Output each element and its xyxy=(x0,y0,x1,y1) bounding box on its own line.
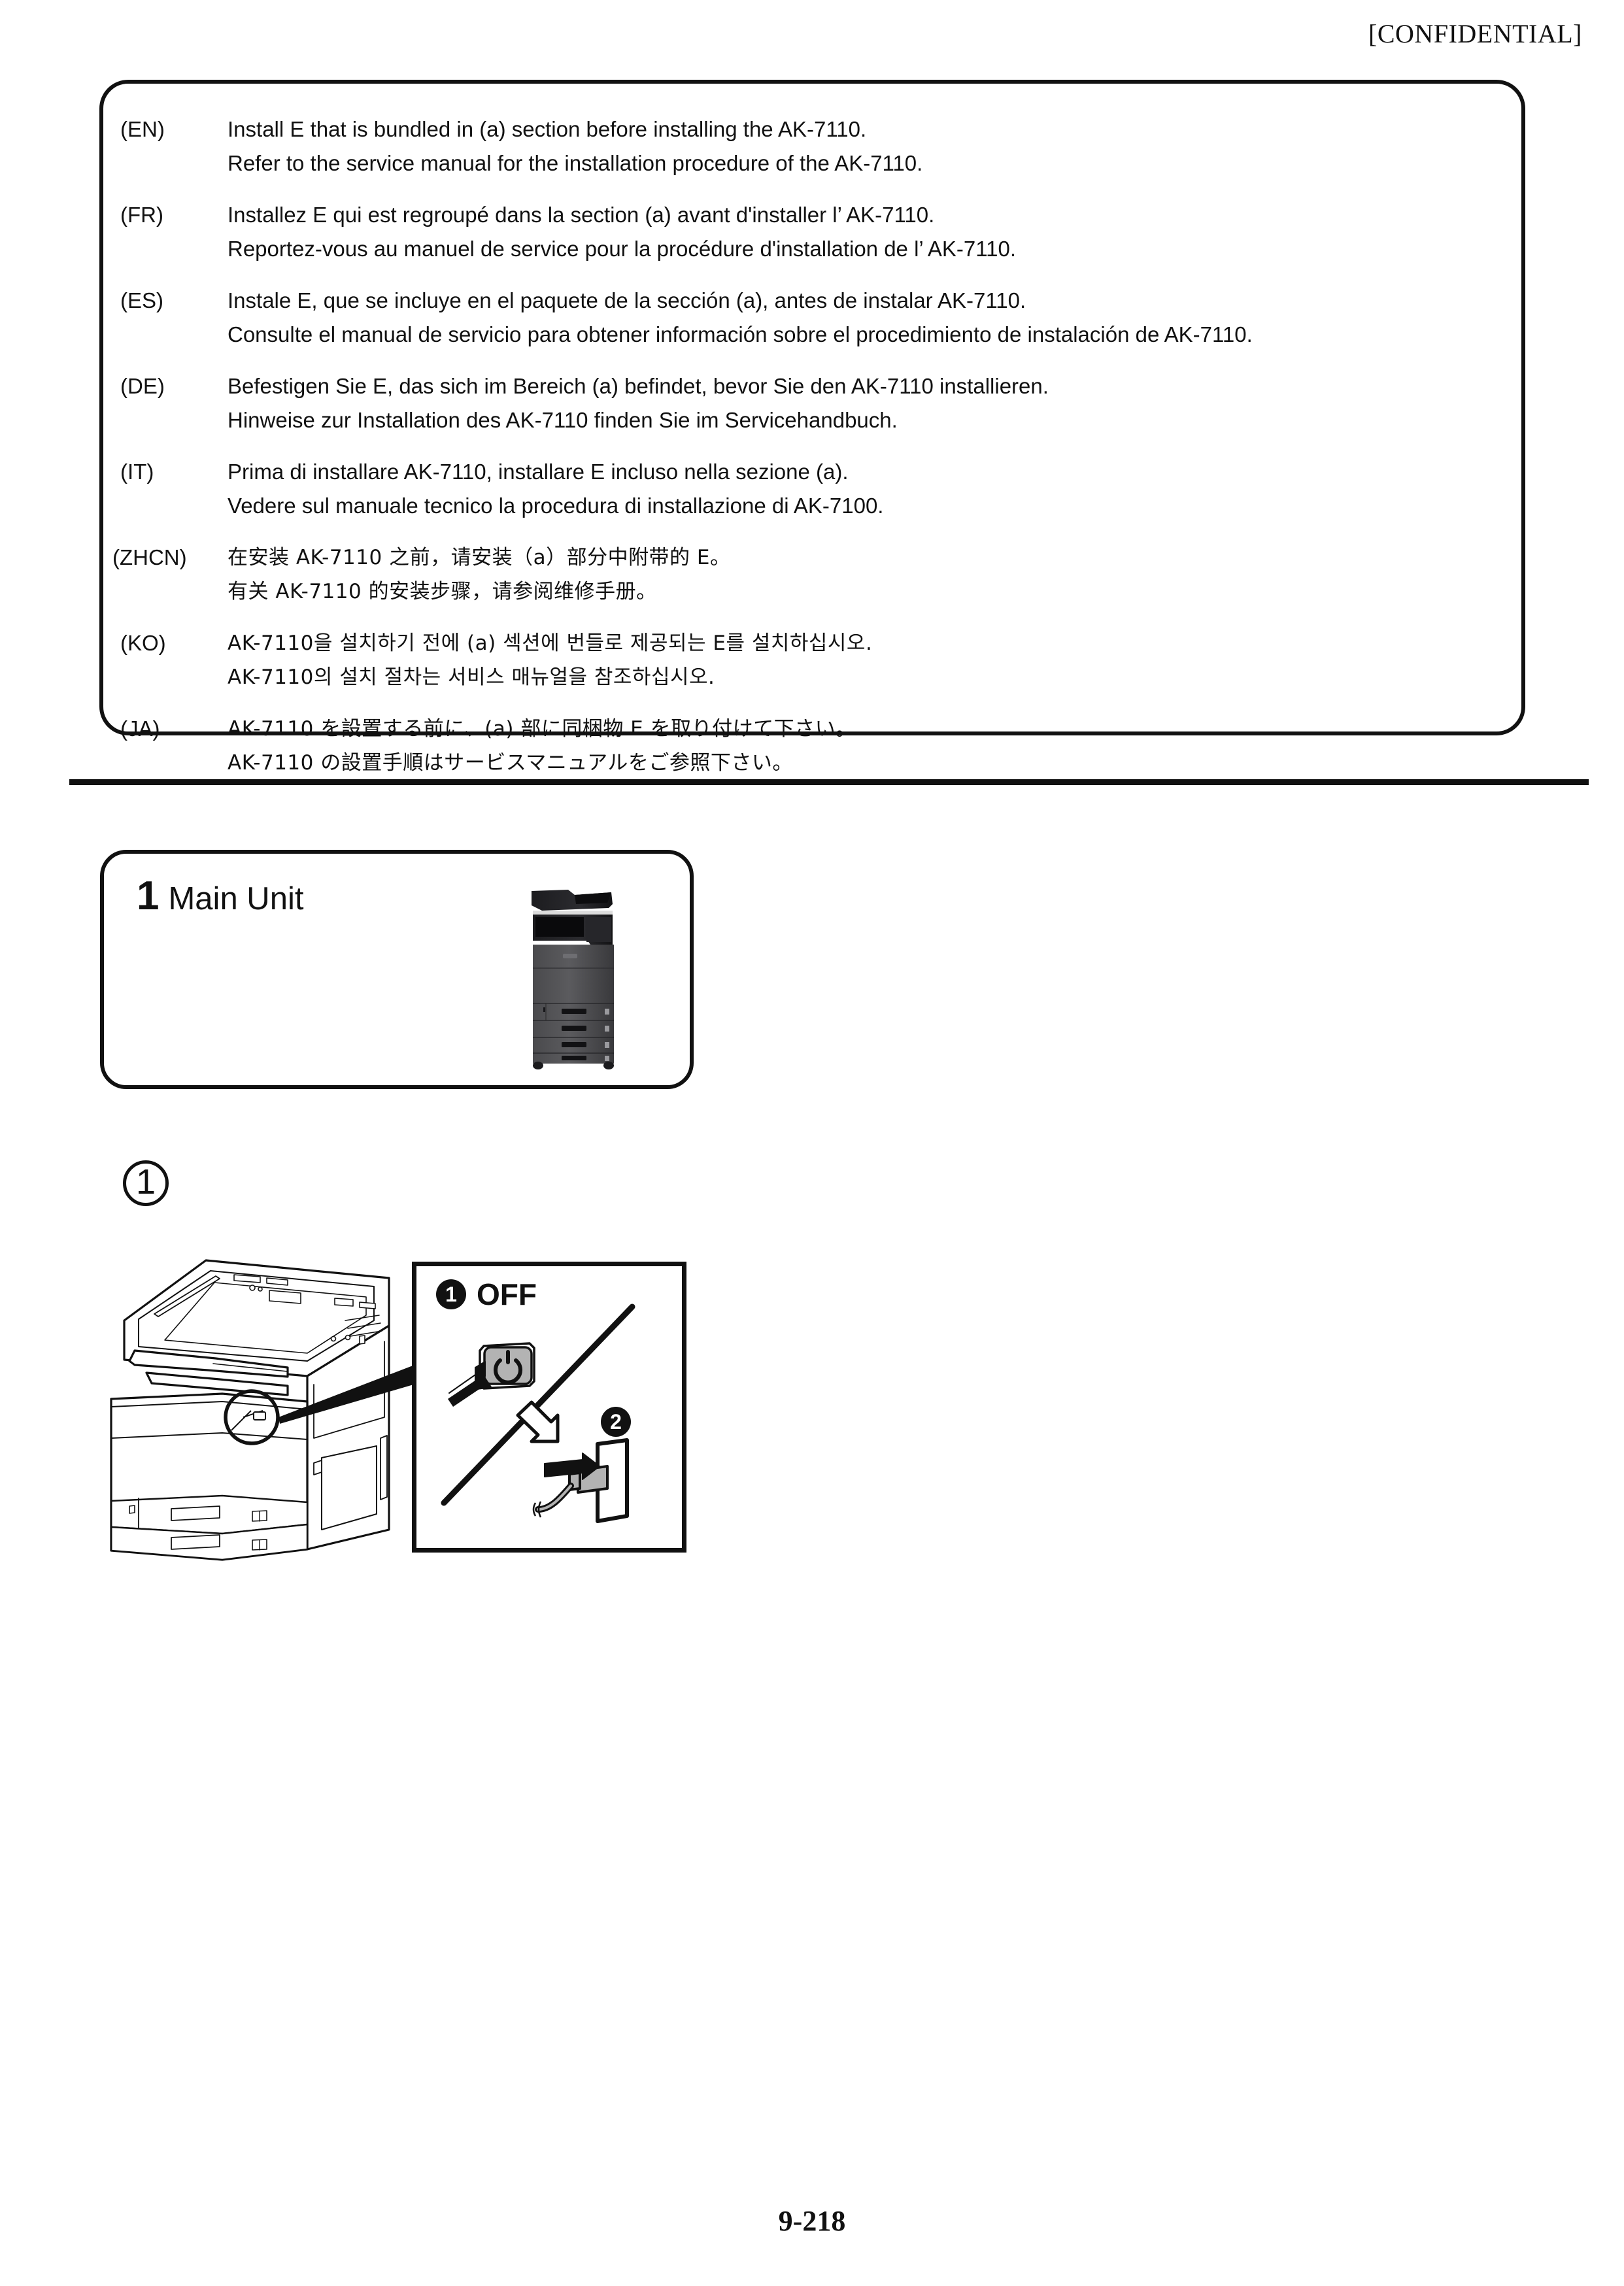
note-text-block: AK-7110을 설치하기 전에 (a) 섹션에 번들로 제공되는 E를 설치하… xyxy=(228,626,1521,694)
confidential-marking: [CONFIDENTIAL] xyxy=(1368,19,1582,48)
callout-panel: 1 OFF 2 xyxy=(412,1262,686,1553)
note-row: (EN) Install E that is bundled in (a) se… xyxy=(103,112,1521,180)
note-language-code: (EN) xyxy=(120,117,165,141)
note-text-line: AK-7110 の設置手順はサービスマニュアルをご参照下さい。 xyxy=(228,751,793,775)
note-text-block: Befestigen Sie E, das sich im Bereich (a… xyxy=(228,369,1521,437)
note-text-block: Installez E qui est regroupé dans la sec… xyxy=(228,198,1521,266)
note-text-line: Instale E, que se incluye en el paquete … xyxy=(228,288,1026,312)
note-row: (ES) Instale E, que se incluye en el paq… xyxy=(103,284,1521,352)
main-unit-photo-icon xyxy=(532,890,614,1069)
note-language-code: (KO) xyxy=(120,631,166,655)
plug-outlet-icon xyxy=(532,1438,629,1523)
sequence-arrow-icon xyxy=(516,1400,560,1443)
note-text-line: 有关 AK-7110 的安装步骤，请参阅维修手册。 xyxy=(228,580,657,603)
note-text-line: 在安装 AK-7110 之前，请安装（a）部分中附带的 E。 xyxy=(228,546,731,569)
note-row: (JA) AK-7110 を設置する前に、(a) 部に同梱物 E を取り付けて下… xyxy=(103,712,1521,780)
note-text-block: Install E that is bundled in (a) section… xyxy=(228,112,1521,180)
parts-list-box: 1 Main Unit xyxy=(100,850,694,1089)
note-text-block: 在安装 AK-7110 之前，请安装（a）部分中附带的 E。 有关 AK-711… xyxy=(228,541,1521,609)
note-text-line: AK-7110 を設置する前に、(a) 部に同梱物 E を取り付けて下さい。 xyxy=(228,717,856,741)
note-text-line: Install E that is bundled in (a) section… xyxy=(228,117,867,141)
note-text-block: Instale E, que se incluye en el paquete … xyxy=(228,284,1521,352)
note-text-block: AK-7110 を設置する前に、(a) 部に同梱物 E を取り付けて下さい。 A… xyxy=(228,712,1521,780)
parts-label: Main Unit xyxy=(168,881,304,916)
note-text-line: Prima di installare AK-7110, installare … xyxy=(228,460,849,484)
note-language-code: (DE) xyxy=(120,374,165,398)
parts-title: 1 Main Unit xyxy=(137,876,303,916)
note-text-block: Prima di installare AK-7110, installare … xyxy=(228,455,1521,523)
note-text-line: Vedere sul manuale tecnico la procedura … xyxy=(228,494,884,518)
note-row: (FR) Installez E qui est regroupé dans l… xyxy=(103,198,1521,266)
note-text-line: Reportez-vous au manuel de service pour … xyxy=(228,237,1016,261)
note-text-line: Befestigen Sie E, das sich im Bereich (a… xyxy=(228,374,1049,398)
note-language-code: (JA) xyxy=(120,716,160,741)
note-row: (IT) Prima di installare AK-7110, instal… xyxy=(103,455,1521,523)
note-text-line: Refer to the service manual for the inst… xyxy=(228,151,923,175)
note-text-line: AK-7110을 설치하기 전에 (a) 섹션에 번들로 제공되는 E를 설치하… xyxy=(228,631,873,655)
note-language-code: (ES) xyxy=(120,288,163,312)
note-row: (ZHCN) 在安装 AK-7110 之前，请安装（a）部分中附带的 E。 有关… xyxy=(103,541,1521,609)
note-row-list: (EN) Install E that is bundled in (a) se… xyxy=(103,84,1521,798)
procedure-illustration: 1 OFF 2 xyxy=(92,1242,706,1569)
note-text-line: Hinweise zur Installation des AK-7110 fi… xyxy=(228,408,898,432)
note-language-code: (IT) xyxy=(120,460,154,484)
multilingual-note-box: (EN) Install E that is bundled in (a) se… xyxy=(99,80,1525,775)
note-row: (DE) Befestigen Sie E, das sich im Berei… xyxy=(103,369,1521,437)
step-number-circle: 1 xyxy=(123,1160,169,1206)
note-language-code: (FR) xyxy=(120,203,163,227)
callout-panel-artwork xyxy=(441,1303,635,1523)
machine-line-art-icon xyxy=(110,1259,431,1561)
note-row: (KO) AK-7110을 설치하기 전에 (a) 섹션에 번들로 제공되는 E… xyxy=(103,626,1521,694)
note-text-line: AK-7110의 설치 절차는 서비스 매뉴얼을 참조하십시오. xyxy=(228,665,715,689)
note-text-line: Consulte el manual de servicio para obte… xyxy=(228,322,1253,346)
parts-quantity: 1 xyxy=(137,873,160,918)
page-number: 9-218 xyxy=(778,2205,846,2237)
note-language-code: (ZHCN) xyxy=(112,545,187,569)
section-divider xyxy=(69,779,1589,785)
note-text-line: Installez E qui est regroupé dans la sec… xyxy=(228,203,935,227)
